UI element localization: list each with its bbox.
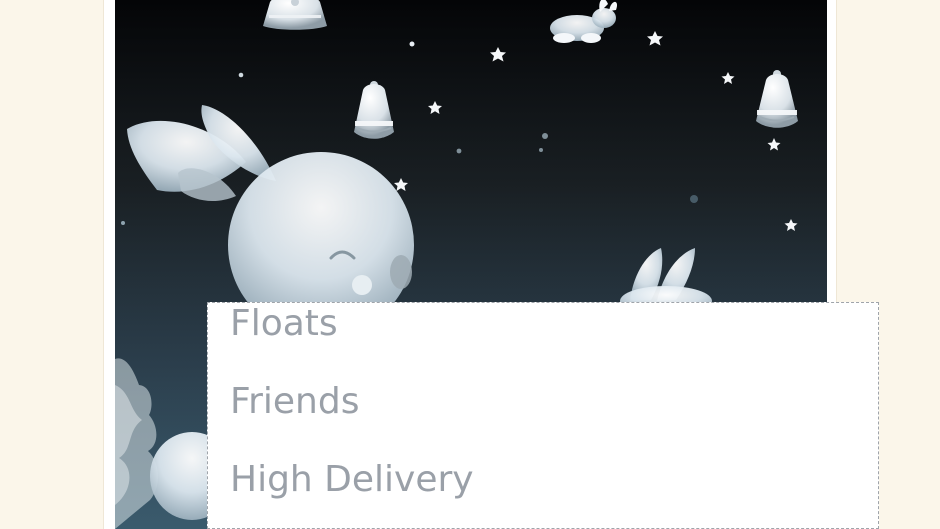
star-icon — [238, 72, 244, 78]
star-icon — [456, 148, 462, 154]
star-icon — [542, 133, 548, 139]
bell-icon — [263, 0, 327, 30]
star-icon — [690, 195, 698, 203]
menu-item-high-delivery[interactable]: High Delivery — [230, 455, 474, 505]
star-icon — [539, 148, 543, 152]
menu-item-friends[interactable]: Friends — [230, 377, 359, 427]
menu-item-floats[interactable]: Floats — [230, 303, 338, 349]
category-dropdown-menu: Floats Friends High Delivery — [207, 302, 879, 529]
page: Floats Friends High Delivery — [0, 0, 940, 529]
star-icon — [121, 221, 125, 225]
star-icon — [409, 41, 415, 47]
